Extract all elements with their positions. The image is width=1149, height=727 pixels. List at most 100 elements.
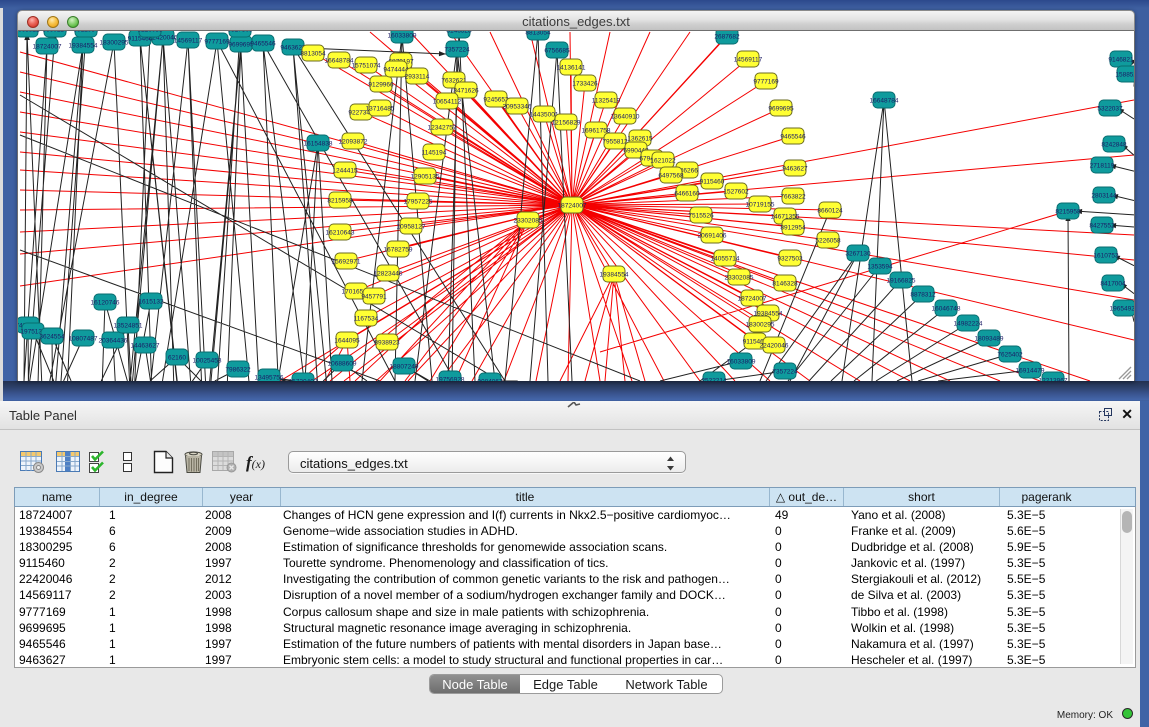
svg-text:22420046: 22420046 <box>760 342 789 349</box>
svg-text:9146821: 9146821 <box>1108 57 1134 64</box>
svg-text:9327503: 9327503 <box>227 31 253 34</box>
svg-text:16782759: 16782759 <box>384 246 413 253</box>
svg-text:12213967: 12213967 <box>1039 378 1068 382</box>
svg-text:1362615: 1362615 <box>627 135 653 142</box>
svg-text:9465546: 9465546 <box>780 133 806 140</box>
svg-text:23302085: 23302085 <box>514 217 543 224</box>
svg-text:13524851: 13524851 <box>114 323 143 330</box>
svg-text:8938923: 8938923 <box>374 339 400 346</box>
svg-text:1588520: 1588520 <box>1115 72 1134 79</box>
svg-text:19384554: 19384554 <box>69 43 98 50</box>
svg-text:8813054: 8813054 <box>525 31 551 37</box>
svg-text:1733426: 1733426 <box>572 80 598 87</box>
svg-text:20691406: 20691406 <box>698 232 727 239</box>
svg-text:5226058: 5226058 <box>815 237 841 244</box>
svg-text:9457791: 9457791 <box>361 293 387 300</box>
svg-text:9699695: 9699695 <box>768 105 794 112</box>
svg-text:2803144: 2803144 <box>1091 193 1117 200</box>
svg-text:7357224: 7357224 <box>444 47 470 54</box>
svg-text:13495756: 13495756 <box>255 375 284 382</box>
svg-text:1353594: 1353594 <box>867 264 893 271</box>
svg-text:8146328: 8146328 <box>446 31 472 35</box>
svg-text:8215958: 8215958 <box>1055 209 1081 216</box>
svg-text:8660124: 8660124 <box>817 207 843 214</box>
svg-text:8417004: 8417004 <box>1100 281 1126 288</box>
svg-text:14435001: 14435001 <box>530 111 559 118</box>
svg-text:14463627: 14463627 <box>131 343 160 350</box>
svg-text:19654925: 19654925 <box>1110 306 1134 313</box>
svg-text:14569117: 14569117 <box>734 56 763 63</box>
svg-text:9463627: 9463627 <box>782 165 808 172</box>
svg-text:3267130: 3267130 <box>845 251 871 258</box>
svg-text:6497568: 6497568 <box>658 172 684 179</box>
svg-text:17957225: 17957225 <box>404 198 433 205</box>
svg-text:8912954: 8912954 <box>73 31 99 34</box>
svg-text:6466160: 6466160 <box>674 190 700 197</box>
svg-text:10688609: 10688609 <box>328 361 357 368</box>
svg-text:12342757: 12342757 <box>428 124 457 131</box>
svg-text:20953346: 20953346 <box>503 103 532 110</box>
svg-text:15751074: 15751074 <box>352 62 381 69</box>
svg-text:8813054: 8813054 <box>300 50 326 57</box>
svg-text:15692971: 15692971 <box>332 258 361 265</box>
svg-text:16120746: 16120746 <box>91 300 120 307</box>
svg-text:18093489: 18093489 <box>975 336 1004 343</box>
svg-text:18300295: 18300295 <box>100 40 129 47</box>
svg-text:13716485: 13716485 <box>366 105 395 112</box>
svg-text:16154838: 16154838 <box>304 141 333 148</box>
svg-text:62160: 62160 <box>168 355 186 362</box>
svg-text:9084067: 9084067 <box>477 379 503 382</box>
svg-text:16033809: 16033809 <box>388 33 417 40</box>
svg-text:3624554: 3624554 <box>39 334 65 341</box>
svg-text:1167534: 1167534 <box>354 315 379 322</box>
svg-text:7663822: 7663822 <box>780 193 806 200</box>
svg-text:9129966: 9129966 <box>368 81 394 88</box>
svg-text:20364436: 20364436 <box>99 338 128 345</box>
svg-text:12823446: 12823446 <box>374 270 403 277</box>
svg-text:15720407: 15720407 <box>289 379 318 382</box>
svg-text:8660124: 8660124 <box>42 31 68 34</box>
svg-text:16648784: 16648784 <box>325 57 354 64</box>
svg-text:14055714: 14055714 <box>711 255 740 262</box>
svg-text:8242848: 8242848 <box>1101 142 1127 149</box>
svg-text:8146328: 8146328 <box>772 280 798 287</box>
svg-text:9327503: 9327503 <box>777 255 803 262</box>
svg-text:19166825: 19166825 <box>887 278 916 285</box>
svg-text:2718119: 2718119 <box>1090 163 1115 170</box>
svg-text:9245652: 9245652 <box>483 96 509 103</box>
svg-text:23302085: 23302085 <box>725 274 754 281</box>
svg-text:16046748: 16046748 <box>932 306 961 313</box>
svg-text:9465546: 9465546 <box>250 41 276 48</box>
svg-text:2933114: 2933114 <box>405 73 430 80</box>
svg-text:10654112: 10654112 <box>433 98 462 105</box>
svg-text:16914479: 16914479 <box>1016 368 1045 375</box>
svg-text:14136141: 14136141 <box>557 64 586 71</box>
svg-text:12156829: 12156829 <box>552 119 581 126</box>
svg-text:1527602: 1527602 <box>723 188 749 195</box>
svg-text:7625402: 7625402 <box>997 352 1023 359</box>
svg-text:6756685: 6756685 <box>544 48 570 55</box>
svg-text:7955812: 7955812 <box>602 138 628 145</box>
svg-text:8427552: 8427552 <box>1089 223 1115 230</box>
svg-text:2522214: 2522214 <box>701 378 727 382</box>
svg-text:1610753: 1610753 <box>1093 253 1119 260</box>
svg-text:11325419: 11325419 <box>592 97 621 104</box>
svg-text:1244415: 1244415 <box>332 167 358 174</box>
svg-text:12905135: 12905135 <box>411 173 440 180</box>
svg-text:16648784: 16648784 <box>870 98 899 105</box>
svg-text:2687682: 2687682 <box>714 34 740 41</box>
svg-text:10719155: 10719155 <box>746 201 775 208</box>
svg-text:16210643: 16210643 <box>326 229 355 236</box>
svg-text:18724007: 18724007 <box>558 202 587 209</box>
svg-text:1145194: 1145194 <box>422 149 447 156</box>
svg-text:18724007: 18724007 <box>33 44 62 51</box>
svg-text:1615132: 1615132 <box>138 299 164 306</box>
svg-text:7357224: 7357224 <box>772 369 798 376</box>
svg-text:8912954: 8912954 <box>780 224 806 231</box>
svg-text:1621022: 1621022 <box>650 157 676 164</box>
svg-text:9115460: 9115460 <box>700 178 725 185</box>
svg-text:10025453: 10025453 <box>193 358 222 365</box>
svg-text:16033809: 16033809 <box>727 359 756 366</box>
svg-text:10807487: 10807487 <box>69 336 98 343</box>
svg-text:7986322: 7986322 <box>225 367 251 374</box>
